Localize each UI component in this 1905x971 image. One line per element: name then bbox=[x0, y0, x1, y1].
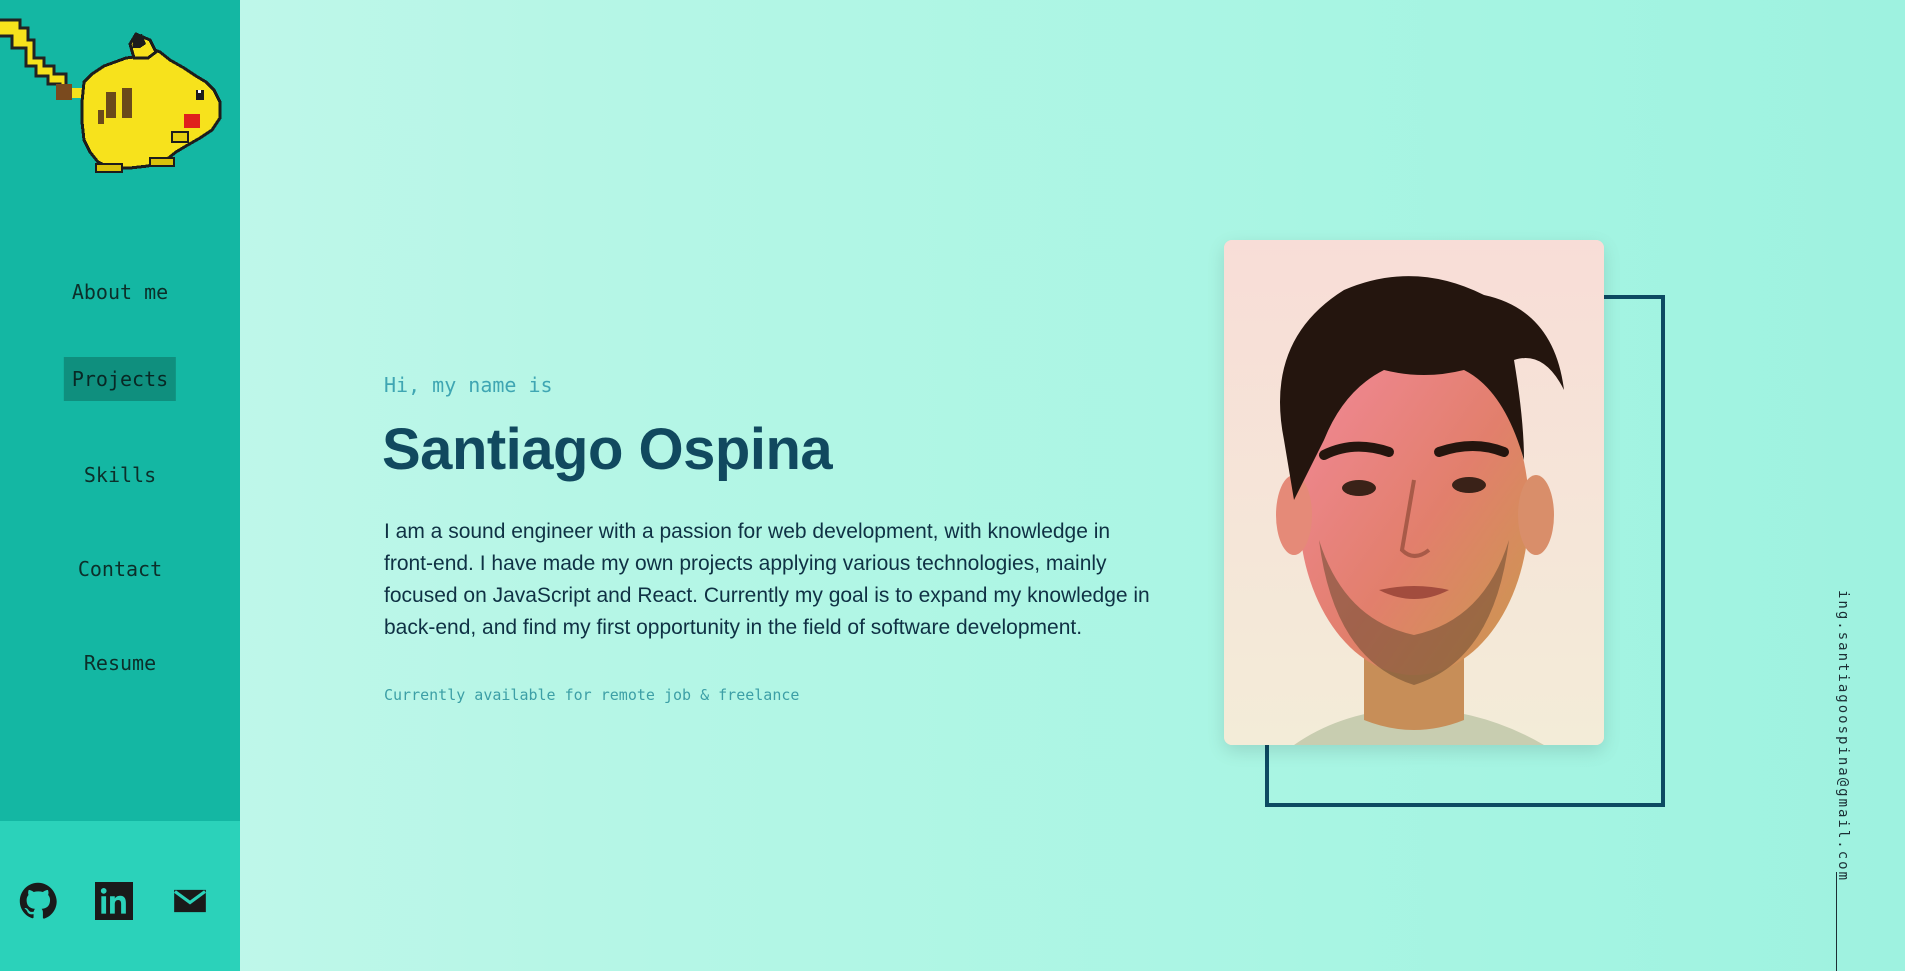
profile-photo bbox=[1224, 240, 1604, 745]
pikachu-logo-icon[interactable] bbox=[0, 18, 230, 178]
nav-item-about-me[interactable]: About me bbox=[64, 270, 176, 314]
profile-photo-image bbox=[1224, 240, 1604, 745]
availability-text: Currently available for remote job & fre… bbox=[384, 686, 800, 704]
page-title: Santiago Ospina bbox=[382, 417, 833, 482]
sidebar: About me Projects Skills Contact Resume bbox=[0, 0, 240, 971]
nav-item-skills[interactable]: Skills bbox=[76, 453, 164, 497]
email-divider-line bbox=[1836, 872, 1837, 971]
email-link[interactable]: ing.santiagoospina@gmail.com bbox=[1835, 590, 1851, 882]
social-links bbox=[0, 821, 240, 971]
bio-text: I am a sound engineer with a passion for… bbox=[384, 520, 1150, 639]
nav-item-contact[interactable]: Contact bbox=[70, 547, 170, 591]
github-icon[interactable] bbox=[18, 881, 58, 921]
mail-icon[interactable] bbox=[170, 881, 210, 921]
nav-item-resume[interactable]: Resume bbox=[76, 641, 164, 685]
nav-item-projects[interactable]: Projects bbox=[63, 357, 177, 401]
linkedin-icon[interactable] bbox=[94, 881, 134, 921]
greeting-text: Hi, my name is bbox=[384, 373, 553, 397]
